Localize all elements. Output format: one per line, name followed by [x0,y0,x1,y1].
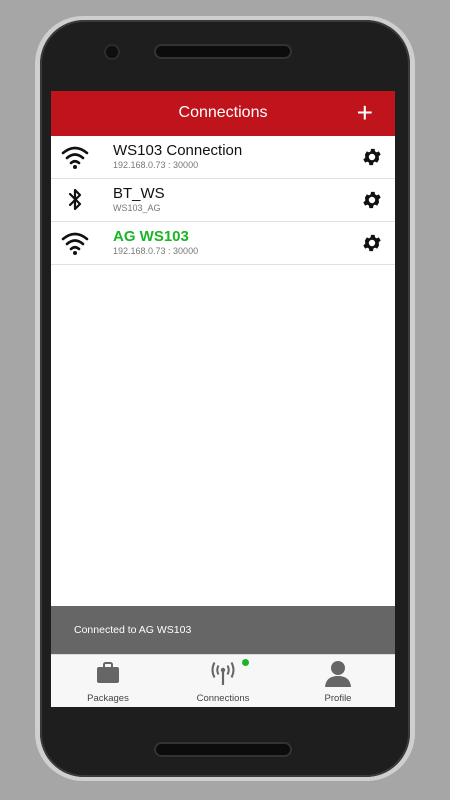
nav-connections[interactable]: Connections [166,655,280,707]
connection-item-ws103-connection[interactable]: WS103 Connection 192.168.0.73 : 30000 [51,136,395,179]
bottom-navigation: Packages Connections Profile [51,654,395,707]
connection-item-bt-ws[interactable]: BT_WS WS103_AG [51,179,395,222]
bluetooth-icon [68,188,82,211]
wifi-icon [61,146,89,169]
nav-profile[interactable]: Profile [281,655,395,707]
connection-address: 192.168.0.73 : 30000 [113,160,199,170]
wifi-icon [61,232,89,255]
app-bar: Connections + [51,91,395,136]
add-connection-button[interactable]: + [357,97,373,129]
gear-icon[interactable] [361,232,383,254]
nav-label: Connections [196,693,250,704]
front-camera [106,46,118,58]
app-screen: Connections + WS103 Connection 192.168.0… [51,91,395,707]
briefcase-icon [97,662,119,683]
gear-icon[interactable] [361,189,383,211]
connection-title-connected: AG WS103 [113,228,189,245]
antenna-icon [211,662,235,685]
snackbar-text: Connected to AG WS103 [74,624,192,636]
snackbar: Connected to AG WS103 [51,606,395,654]
nav-label: Profile [324,693,352,704]
connection-title: WS103 Connection [113,142,243,159]
connection-address: WS103_AG [113,203,161,213]
connection-list: WS103 Connection 192.168.0.73 : 30000 BT… [51,136,395,265]
connection-address: 192.168.0.73 : 30000 [113,246,199,256]
connection-item-ag-ws103[interactable]: AG WS103 192.168.0.73 : 30000 [51,222,395,265]
top-speaker [156,46,290,57]
gear-icon[interactable] [361,146,383,168]
connected-status-dot [242,659,249,666]
bottom-speaker [156,744,290,755]
page-title: Connections [178,104,268,121]
nav-packages[interactable]: Packages [51,655,165,707]
connection-title: BT_WS [113,185,165,202]
nav-label: Packages [87,693,129,704]
person-icon [325,661,351,687]
